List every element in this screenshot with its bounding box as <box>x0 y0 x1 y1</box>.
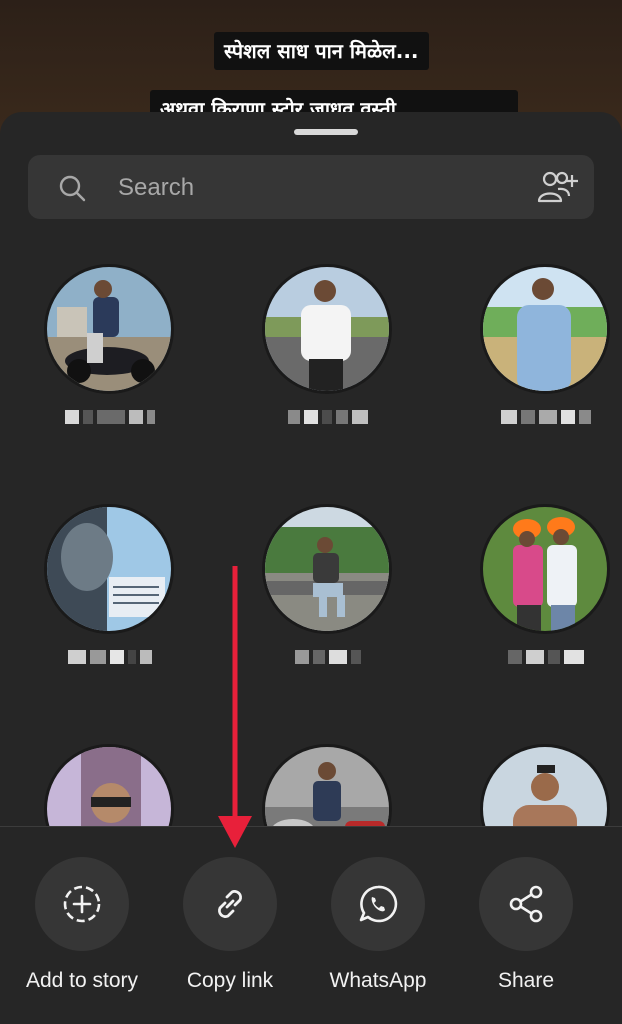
contact-name-redacted <box>248 650 408 664</box>
avatar <box>265 267 389 391</box>
avatar-ring <box>262 504 392 634</box>
avatar <box>47 507 171 631</box>
avatar-ring <box>262 264 392 394</box>
search-icon <box>59 175 86 202</box>
avatar <box>483 267 607 391</box>
contact-name-redacted <box>466 650 622 664</box>
add-people-icon[interactable] <box>536 169 580 205</box>
avatar-ring <box>44 504 174 634</box>
avatar-ring <box>480 504 610 634</box>
add-to-story-button[interactable]: Add to story <box>8 857 156 993</box>
copy-link-button[interactable]: Copy link <box>156 857 304 993</box>
copy-link-label: Copy link <box>186 969 274 992</box>
contact-item[interactable] <box>248 264 408 464</box>
drag-handle[interactable] <box>294 129 358 135</box>
contact-name-redacted <box>466 410 622 424</box>
avatar <box>483 507 607 631</box>
contact-item[interactable] <box>248 504 408 704</box>
share-sheet: Add to story Copy link WhatsApp <box>0 112 622 1024</box>
contact-item[interactable] <box>466 264 622 464</box>
search-input[interactable] <box>116 155 500 221</box>
share-button[interactable]: Share <box>452 857 600 993</box>
contact-name-redacted <box>248 410 408 424</box>
whatsapp-button[interactable]: WhatsApp <box>304 857 452 993</box>
share-actions-bar: Add to story Copy link WhatsApp Share <box>0 827 622 1024</box>
contact-item[interactable] <box>30 504 190 704</box>
search-bar[interactable] <box>28 155 594 221</box>
copy-link-circle <box>183 857 277 951</box>
avatar-ring <box>44 264 174 394</box>
share-icon <box>509 885 543 923</box>
add-to-story-circle <box>35 857 129 951</box>
avatar <box>47 267 171 391</box>
avatar-ring <box>480 264 610 394</box>
whatsapp-icon <box>359 885 398 923</box>
story-caption-line1: स्पेशल साध पान मिळेल... <box>214 32 429 70</box>
contact-name-redacted <box>30 410 190 424</box>
contact-name-redacted <box>30 650 190 664</box>
avatar <box>265 507 389 631</box>
add-story-icon <box>63 885 101 923</box>
contact-item[interactable] <box>30 264 190 464</box>
whatsapp-circle <box>331 857 425 951</box>
contact-item[interactable] <box>466 504 622 704</box>
share-circle <box>479 857 573 951</box>
whatsapp-label: WhatsApp <box>329 969 427 992</box>
share-label: Share <box>497 969 555 992</box>
link-icon <box>218 890 242 918</box>
add-to-story-label: Add to story <box>25 969 139 992</box>
